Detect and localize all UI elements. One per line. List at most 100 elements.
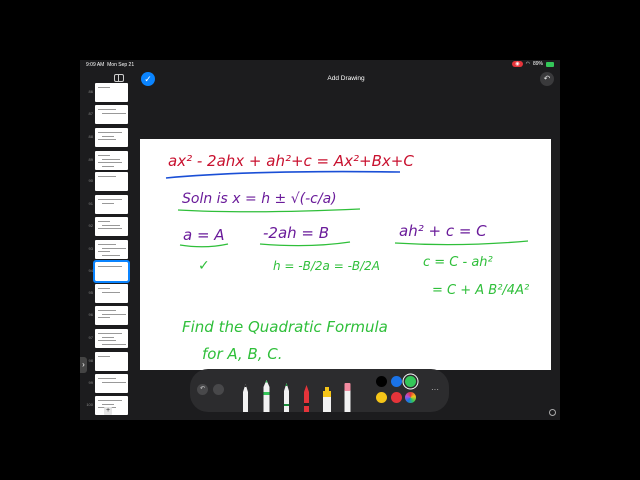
page-thumbnail[interactable]: 86 [89,83,128,102]
highlighter-tool-icon[interactable] [322,386,332,412]
page-thumbnail[interactable]: 88 [89,128,128,147]
page-number: 97 [88,335,93,340]
thumbnail-content-line [102,343,126,345]
page-title: Add Drawing [327,75,365,82]
thumbnail-content-line [102,403,114,405]
thumbnail-content-line [98,378,116,379]
drawing-canvas[interactable]: ax² - 2ahx + ah²+c = Ax²+Bx+C Soln is x … [140,139,551,370]
page-number: 93 [88,246,93,251]
color-swatch[interactable] [391,392,402,403]
page-thumbnail[interactable]: 93 [89,240,128,259]
thumbnail-content-line [102,112,126,114]
thumbnail-content-line [98,244,116,245]
status-time: 9:09 AM [86,62,105,68]
thumbnail-content-line [98,221,110,222]
solution-line: Soln is x = h ± √(-c/a) [182,191,337,207]
eq-c2: c = C - ah² [423,255,493,270]
resize-handle-icon[interactable] [549,409,556,416]
thumbnail-content-line [98,228,122,229]
ipad-screen: 9:09 AM Mon Sep 21 ◉ ◠ 89% 86 87 88 89 90 91 9… [80,60,560,420]
thumbnail-content-line [98,132,122,133]
add-page-button[interactable]: + [104,407,112,415]
page-thumbnail[interactable]: 89 [89,151,128,170]
page-thumbnail[interactable]: 91 [89,195,128,214]
page-thumbnail[interactable]: 92 [89,217,128,236]
color-swatch[interactable] [405,376,416,387]
thumbnail-content-line [102,224,120,226]
page-number: 91 [88,201,93,206]
more-options-icon[interactable]: ··· [429,386,441,394]
thumbnail-content-line [98,139,116,140]
status-bar: 9:09 AM Mon Sep 21 ◉ ◠ 89% [80,60,560,71]
screen-record-icon: ◉ [512,61,523,67]
thumbnail-content-line [102,381,126,383]
task-line-1: Find the Quadratic Formula [182,318,388,336]
page-thumbnail[interactable]: 99 [89,374,128,393]
thumbnail-content-line [98,162,122,163]
eq-a: a = A [183,226,225,244]
page-number: 92 [88,223,93,228]
thumbnail-content-line [102,313,126,315]
battery-icon [546,61,554,67]
page-thumbnail[interactable]: 95 [89,284,128,303]
page-number: 87 [88,111,93,116]
wifi-icon: ◠ [525,61,530,67]
page-number: 90 [88,178,93,183]
thumbnail-content-line [98,356,110,357]
crayon-tool-icon[interactable] [302,383,311,412]
thumbnail-content-line [102,135,114,137]
eraser-tool-icon[interactable] [343,382,352,412]
thumbnail-content-line [102,254,120,256]
underline-stroke [179,243,229,248]
thumbnail-content-line [98,176,116,177]
drawing-header: ✓ Add Drawing ↶ [132,71,560,95]
eq-h: h = -B/2a = -B/2A [273,259,380,273]
pen-tool-icon[interactable] [241,382,250,412]
drawing-toolbar: ↶ ··· [190,369,449,412]
page-thumbnail[interactable]: 94 [89,260,130,283]
color-wheel-icon[interactable] [405,392,416,403]
page-thumbnail[interactable]: 98 [89,352,128,371]
thumbnail-content-line [98,310,116,311]
color-swatch[interactable] [391,376,402,387]
thumbnail-content-line [98,340,116,341]
page-thumbnail[interactable]: 96 [89,306,128,325]
page-number: 86 [88,89,93,94]
sidebar-toggle-icon[interactable] [114,74,124,82]
battery-percent: 89% [532,61,543,67]
thumbnail-content-line [102,158,120,160]
undo-icon[interactable]: ↶ [540,72,554,86]
thumbnail-content-line [98,288,110,289]
thumbnail-content-line [98,400,122,401]
page-number: 94 [88,268,93,273]
thumbnail-content-line [98,109,116,110]
page-number: 99 [88,380,93,385]
underline-stroke [394,240,529,246]
thumbnail-content-line [98,251,110,252]
color-swatch[interactable] [376,376,387,387]
chevron-right-icon[interactable]: › [80,357,87,373]
thumbnail-content-line [98,87,110,88]
page-number: 100 [86,402,93,407]
page-number: 88 [88,134,93,139]
page-thumbnail[interactable]: 90 [89,172,128,191]
page-sidebar: 86 87 88 89 90 91 92 93 94 95 96 97 98 99 100 › + [80,71,132,420]
thumbnail-content-line [98,155,110,156]
thumbnail-content-line [102,165,114,167]
marker-tool-icon[interactable] [262,378,271,412]
toolbar-undo-icon[interactable]: ↶ [197,384,208,395]
page-number: 96 [88,312,93,317]
task-line-2: for A, B, C. [202,345,283,363]
toolbar-redo-icon[interactable] [213,384,224,395]
color-swatch[interactable] [376,392,387,403]
equation-line-1: ax² - 2ahx + ah²+c = Ax²+Bx+C [168,152,414,170]
thumbnail-content-line [102,336,114,338]
page-thumbnail[interactable]: 97 [89,329,128,348]
pencil-tool-icon[interactable] [282,381,291,412]
check-mark: ✓ [198,258,210,274]
eq-b: -2ah = B [263,224,329,242]
thumbnail-content-line [98,266,122,267]
page-thumbnail[interactable]: 87 [89,105,128,124]
underline-stroke [165,170,401,179]
thumbnail-content-line [102,291,120,293]
